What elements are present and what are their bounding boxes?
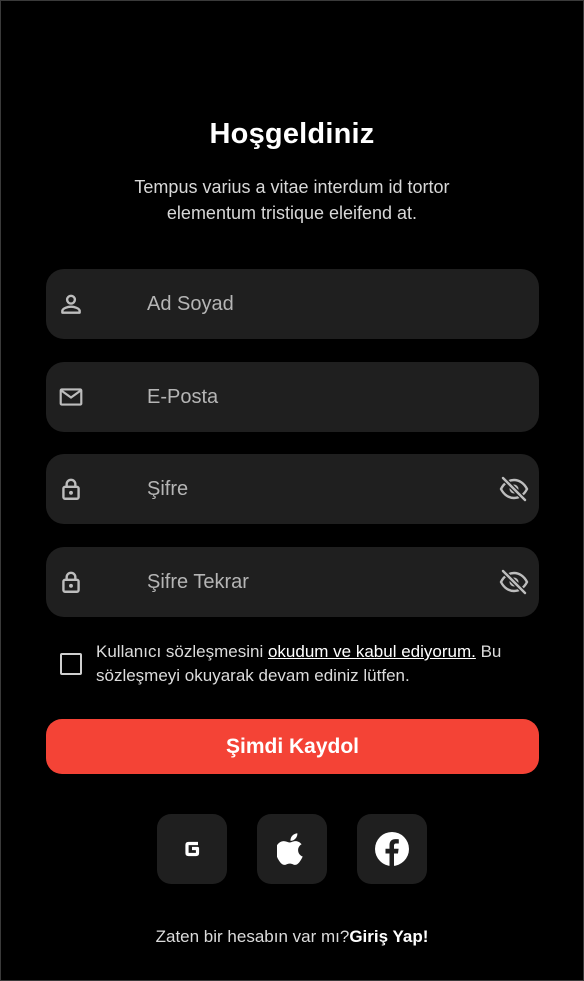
agreement-checkbox[interactable] [60,653,82,675]
login-link[interactable]: Giriş Yap! [349,927,428,946]
apple-icon [277,833,303,865]
email-input[interactable] [147,362,507,432]
facebook-icon [375,832,409,866]
facebook-login-button[interactable] [357,814,427,884]
agreement-link[interactable]: okudum ve kabul ediyorum. [268,642,476,661]
page-title: Hoşgeldiniz [209,118,375,150]
page-subtitle: Tempus varius a vitae interdum id tortor… [134,177,450,223]
login-prompt-text: Zaten bir hesabın var mı? [155,927,350,946]
eye-off-icon[interactable] [499,475,529,503]
name-input[interactable] [147,269,507,339]
person-icon [61,294,81,314]
password-repeat-field[interactable] [46,547,539,617]
mail-icon [59,388,83,406]
google-login-button[interactable] [157,814,227,884]
lock-icon [62,571,80,593]
login-prompt: Zaten bir hesabın var mı?Giriş Yap! [0,927,584,947]
password-input[interactable] [147,454,507,524]
google-icon [185,841,200,857]
agreement-text: Kullanıcı sözleşmesini okudum ve kabul e… [96,640,536,688]
lock-icon [62,478,80,500]
password-repeat-input[interactable] [147,547,507,617]
apple-login-button[interactable] [257,814,327,884]
password-field[interactable] [46,454,539,524]
agreement-prefix: Kullanıcı sözleşmesini [96,642,268,661]
eye-off-icon[interactable] [499,568,529,596]
register-button[interactable]: Şimdi Kaydol [46,719,539,774]
name-field[interactable] [46,269,539,339]
email-field[interactable] [46,362,539,432]
